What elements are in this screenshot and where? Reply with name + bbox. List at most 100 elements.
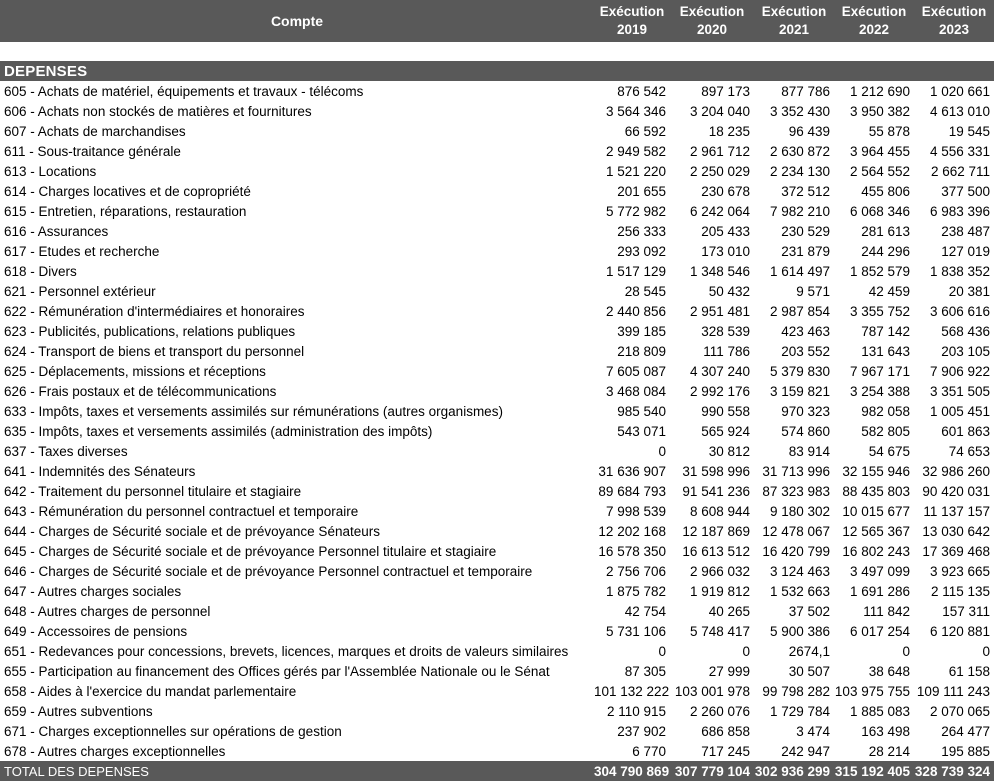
amount-cell: 3 606 616 <box>914 304 994 319</box>
account-label: 611 - Sous-traitance générale <box>0 144 594 159</box>
table-row: 646 - Charges de Sécurité sociale et de … <box>0 561 994 581</box>
amount-cell: 16 420 799 <box>754 544 834 559</box>
amount-cell: 1 691 286 <box>834 584 914 599</box>
amount-cell: 982 058 <box>834 404 914 419</box>
amount-cell: 3 950 382 <box>834 104 914 119</box>
amount-cell: 9 180 302 <box>754 504 834 519</box>
amount-cell: 13 030 642 <box>914 524 994 539</box>
amount-cell: 876 542 <box>594 84 670 99</box>
table-row: 625 - Déplacements, missions et réceptio… <box>0 361 994 381</box>
amount-cell: 1 020 661 <box>914 84 994 99</box>
amount-cell: 8 608 944 <box>670 504 754 519</box>
account-label: 615 - Entretien, réparations, restaurati… <box>0 204 594 219</box>
column-header-execution-2023: Exécution2023 <box>914 3 994 39</box>
amount-cell: 4 556 331 <box>914 144 994 159</box>
amount-cell: 3 352 430 <box>754 104 834 119</box>
amount-cell: 55 878 <box>834 124 914 139</box>
amount-cell: 3 204 040 <box>670 104 754 119</box>
account-label: 655 - Participation au financement des O… <box>0 664 594 679</box>
amount-cell: 5 731 106 <box>594 624 670 639</box>
amount-cell: 990 558 <box>670 404 754 419</box>
amount-cell: 32 155 946 <box>834 464 914 479</box>
table-row: 649 - Accessoires de pensions5 731 1065 … <box>0 621 994 641</box>
amount-cell: 574 860 <box>754 424 834 439</box>
amount-cell: 6 017 254 <box>834 624 914 639</box>
amount-cell: 328 539 <box>670 324 754 339</box>
account-label: 637 - Taxes diverses <box>0 444 594 459</box>
amount-cell: 2674,1 <box>754 644 834 659</box>
amount-cell: 281 613 <box>834 224 914 239</box>
header-spacer <box>0 42 994 61</box>
amount-cell: 163 498 <box>834 724 914 739</box>
account-label: 626 - Frais postaux et de télécommunicat… <box>0 384 594 399</box>
table-row: 642 - Traitement du personnel titulaire … <box>0 481 994 501</box>
amount-cell: 601 863 <box>914 424 994 439</box>
amount-cell: 293 092 <box>594 244 670 259</box>
total-amount-cell: 307 779 104 <box>670 764 754 779</box>
account-label: 606 - Achats non stockés de matières et … <box>0 104 594 119</box>
amount-cell: 0 <box>670 644 754 659</box>
table-row: 635 - Impôts, taxes et versements assimi… <box>0 421 994 441</box>
amount-cell: 111 786 <box>670 344 754 359</box>
amount-cell: 31 713 996 <box>754 464 834 479</box>
account-label: 607 - Achats de marchandises <box>0 124 594 139</box>
amount-cell: 31 598 996 <box>670 464 754 479</box>
column-header-execution-2019: Exécution2019 <box>594 3 670 39</box>
amount-cell: 3 351 505 <box>914 384 994 399</box>
amount-cell: 201 655 <box>594 184 670 199</box>
amount-cell: 12 187 869 <box>670 524 754 539</box>
amount-cell: 2 110 915 <box>594 704 670 719</box>
amount-cell: 3 355 752 <box>834 304 914 319</box>
table-row: 605 - Achats de matériel, équipements et… <box>0 81 994 101</box>
table-row: 618 - Divers1 517 1291 348 5461 614 4971… <box>0 261 994 281</box>
account-label: 678 - Autres charges exceptionnelles <box>0 744 594 759</box>
amount-cell: 0 <box>594 644 670 659</box>
amount-cell: 11 137 157 <box>914 504 994 519</box>
amount-cell: 157 311 <box>914 604 994 619</box>
amount-cell: 3 474 <box>754 724 834 739</box>
table-row: 615 - Entretien, réparations, restaurati… <box>0 201 994 221</box>
table-row: 624 - Transport de biens et transport du… <box>0 341 994 361</box>
amount-cell: 131 643 <box>834 344 914 359</box>
amount-cell: 37 502 <box>754 604 834 619</box>
amount-cell: 103 001 978 <box>670 684 754 699</box>
table-row: 617 - Etudes et recherche293 092173 0102… <box>0 241 994 261</box>
amount-cell: 203 105 <box>914 344 994 359</box>
amount-cell: 3 159 821 <box>754 384 834 399</box>
table-header-row: Compte Exécution2019Exécution2020Exécuti… <box>0 0 994 42</box>
table-row: 613 - Locations1 521 2202 250 0292 234 1… <box>0 161 994 181</box>
amount-cell: 237 902 <box>594 724 670 739</box>
amount-cell: 3 564 346 <box>594 104 670 119</box>
amount-cell: 3 964 455 <box>834 144 914 159</box>
table-row: 659 - Autres subventions2 110 9152 260 0… <box>0 701 994 721</box>
amount-cell: 101 132 222 <box>594 684 670 699</box>
amount-cell: 218 809 <box>594 344 670 359</box>
amount-cell: 6 983 396 <box>914 204 994 219</box>
amount-cell: 28 214 <box>834 744 914 759</box>
column-header-execution-2021: Exécution2021 <box>754 3 834 39</box>
amount-cell: 42 459 <box>834 284 914 299</box>
amount-cell: 2 234 130 <box>754 164 834 179</box>
column-header-execution-2020: Exécution2020 <box>670 3 754 39</box>
table-row: 623 - Publicités, publications, relation… <box>0 321 994 341</box>
amount-cell: 0 <box>594 444 670 459</box>
amount-cell: 2 250 029 <box>670 164 754 179</box>
amount-cell: 787 142 <box>834 324 914 339</box>
table-row: 644 - Charges de Sécurité sociale et de … <box>0 521 994 541</box>
amount-cell: 1 919 812 <box>670 584 754 599</box>
amount-cell: 0 <box>834 644 914 659</box>
amount-cell: 264 477 <box>914 724 994 739</box>
amount-cell: 83 914 <box>754 444 834 459</box>
execution-label: Exécution <box>754 3 834 21</box>
section-title: DEPENSES <box>0 63 994 80</box>
table-row: 641 - Indemnités des Sénateurs31 636 907… <box>0 461 994 481</box>
amount-cell: 6 068 346 <box>834 204 914 219</box>
table-row: 614 - Charges locatives et de copropriét… <box>0 181 994 201</box>
amount-cell: 30 812 <box>670 444 754 459</box>
expenses-table: Compte Exécution2019Exécution2020Exécuti… <box>0 0 994 781</box>
table-row: 671 - Charges exceptionnelles sur opérat… <box>0 721 994 741</box>
amount-cell: 2 070 065 <box>914 704 994 719</box>
amount-cell: 38 648 <box>834 664 914 679</box>
amount-cell: 205 433 <box>670 224 754 239</box>
amount-cell: 1 517 129 <box>594 264 670 279</box>
